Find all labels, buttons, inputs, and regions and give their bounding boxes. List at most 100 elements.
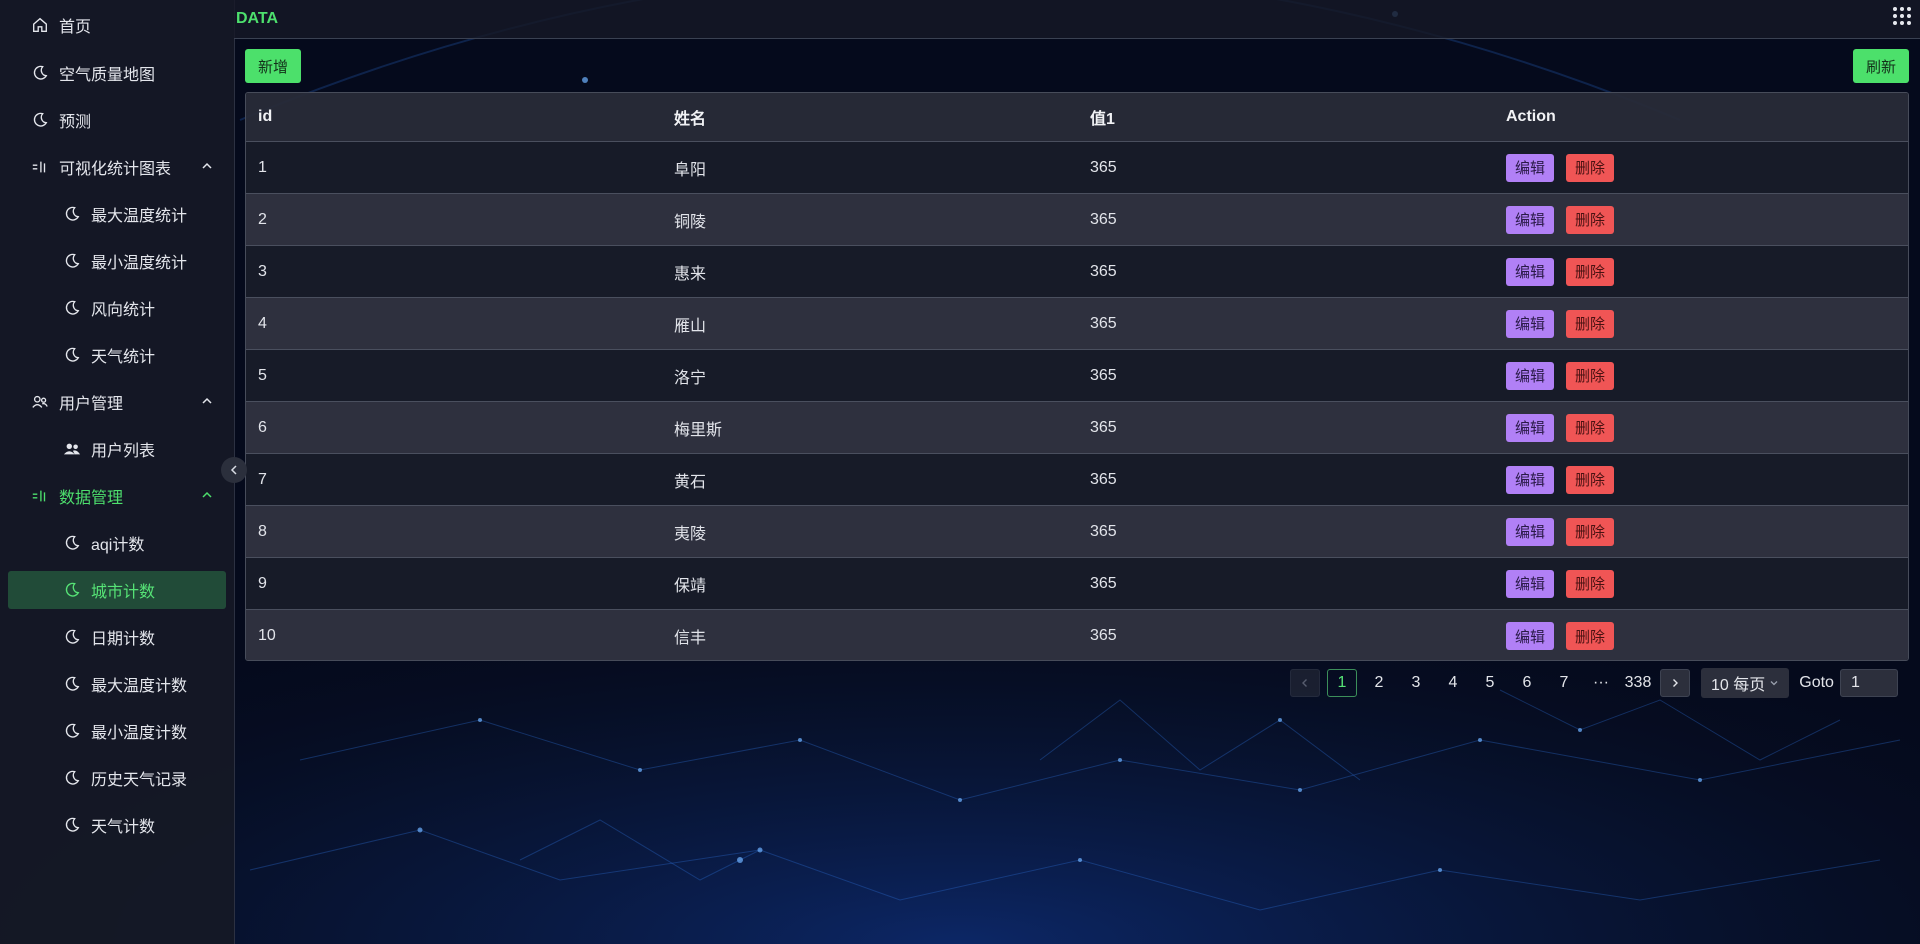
edit-button[interactable]: 编辑 (1506, 569, 1555, 598)
edit-button[interactable]: 编辑 (1506, 622, 1555, 650)
moon-icon (62, 815, 82, 835)
apps-grid-icon[interactable] (1892, 6, 1912, 26)
cell-id: 7 (258, 470, 267, 488)
cell-action: 编辑 删除 (1494, 361, 1908, 390)
sidebar-group-users[interactable]: 用户管理 (8, 383, 226, 421)
sidebar-item-label: 天气统计 (91, 349, 156, 366)
sidebar-collapse-button[interactable] (221, 457, 247, 483)
delete-button[interactable]: 删除 (1566, 569, 1615, 598)
delete-button[interactable]: 删除 (1566, 517, 1615, 546)
page-button-5[interactable]: 5 (1475, 669, 1505, 697)
moon-icon (62, 580, 82, 600)
delete-button[interactable]: 删除 (1566, 413, 1615, 442)
data-table: id 姓名 值1 Action 1 阜阳 365 编辑 删除 2 铜陵 365 编辑 删除 3 惠来 3… (245, 92, 1909, 661)
edit-button[interactable]: 编辑 (1506, 205, 1555, 234)
page-button-1[interactable]: 1 (1327, 669, 1357, 697)
sidebar-item-label: 城市计数 (91, 584, 156, 601)
page-button-last[interactable]: 338 (1623, 669, 1653, 697)
sidebar-item-max-temp-count[interactable]: 最大温度计数 (8, 665, 226, 703)
sidebar-group-charts[interactable]: 可视化统计图表 (8, 148, 226, 186)
page-button-6[interactable]: 6 (1512, 669, 1542, 697)
goto-page-input[interactable] (1839, 669, 1898, 697)
add-button[interactable]: 新增 (245, 49, 302, 83)
users-icon (30, 392, 50, 412)
sidebar-item-label: 风向统计 (91, 302, 156, 319)
sidebar-item-date-count[interactable]: 日期计数 (8, 618, 226, 656)
moon-icon (62, 627, 82, 647)
edit-button[interactable]: 编辑 (1506, 257, 1555, 286)
table-row: 10 信丰 365 编辑 删除 (246, 610, 1908, 660)
moon-icon (62, 674, 82, 694)
page-ellipsis[interactable]: ··· (1586, 669, 1616, 697)
sidebar-item-city-count[interactable]: 城市计数 (8, 571, 226, 609)
sidebar-item-user-list[interactable]: 用户列表 (8, 430, 226, 468)
delete-button[interactable]: 删除 (1566, 622, 1615, 650)
refresh-button[interactable]: 刷新 (1852, 49, 1909, 83)
chevron-down-icon (1770, 681, 1778, 686)
table-row: 4 雁山 365 编辑 删除 (246, 298, 1908, 350)
page-size-value: 10 每页 (1711, 677, 1766, 694)
edit-button[interactable]: 编辑 (1506, 309, 1555, 338)
page-button-7[interactable]: 7 (1549, 669, 1579, 697)
delete-button[interactable]: 删除 (1566, 465, 1615, 494)
cell-action: 编辑 删除 (1494, 257, 1908, 286)
page-button-3[interactable]: 3 (1401, 669, 1431, 697)
column-header-name: 姓名 (674, 111, 707, 128)
cell-id: 4 (258, 314, 267, 332)
page-size-select[interactable]: 10 每页 (1701, 668, 1790, 698)
cell-value1: 365 (1090, 262, 1117, 280)
column-header-id: id (258, 108, 273, 125)
delete-button[interactable]: 删除 (1566, 153, 1615, 182)
next-page-button[interactable] (1660, 669, 1690, 697)
delete-button[interactable]: 删除 (1566, 309, 1615, 338)
edit-button[interactable]: 编辑 (1506, 153, 1555, 182)
sidebar-item-wind-stats[interactable]: 风向统计 (8, 289, 226, 327)
sidebar-item-forecast[interactable]: 预测 (8, 101, 226, 139)
sidebar-item-home[interactable]: 首页 (8, 6, 226, 44)
goto-label: Goto (1799, 674, 1834, 691)
moon-icon (62, 533, 82, 553)
sidebar-item-aqi-count[interactable]: aqi计数 (8, 524, 226, 562)
moon-icon (62, 251, 82, 271)
edit-button[interactable]: 编辑 (1506, 361, 1555, 390)
sidebar-item-min-temp-count[interactable]: 最小温度计数 (8, 712, 226, 750)
cell-value1: 365 (1090, 366, 1117, 384)
sidebar-item-air-quality-map[interactable]: 空气质量地图 (8, 54, 226, 92)
cell-id: 10 (258, 627, 276, 644)
cell-name: 梅里斯 (674, 421, 723, 439)
moon-icon (30, 63, 50, 83)
moon-icon (62, 768, 82, 788)
sidebar-item-weather-history[interactable]: 历史天气记录 (8, 759, 226, 797)
table-row: 3 惠来 365 编辑 删除 (246, 246, 1908, 298)
table-row: 5 洛宁 365 编辑 删除 (246, 350, 1908, 402)
cell-value1: 365 (1090, 418, 1117, 436)
prev-page-button[interactable] (1290, 669, 1320, 697)
edit-button[interactable]: 编辑 (1506, 413, 1555, 442)
page-button-2[interactable]: 2 (1364, 669, 1394, 697)
cell-value1: 365 (1090, 627, 1117, 644)
sidebar-item-min-temp-stats[interactable]: 最小温度统计 (8, 242, 226, 280)
cell-name: 阜阳 (674, 161, 707, 179)
cell-name: 保靖 (674, 577, 707, 595)
cell-name: 夷陵 (674, 525, 707, 543)
page-title: DATA (236, 10, 279, 27)
chevron-right-icon (1673, 679, 1678, 687)
page-button-4[interactable]: 4 (1438, 669, 1468, 697)
sidebar-group-data-management[interactable]: 数据管理 (8, 477, 226, 515)
cell-action: 编辑 删除 (1494, 413, 1908, 442)
delete-button[interactable]: 删除 (1566, 361, 1615, 390)
cell-name: 铜陵 (674, 213, 707, 231)
chevron-left-icon (1302, 679, 1307, 687)
cell-id: 8 (258, 522, 267, 540)
sidebar-item-weather-count[interactable]: 天气计数 (8, 806, 226, 844)
edit-button[interactable]: 编辑 (1506, 517, 1555, 546)
sidebar-item-label: 预测 (59, 114, 92, 131)
user-group-icon (62, 439, 82, 459)
delete-button[interactable]: 删除 (1566, 257, 1615, 286)
delete-button[interactable]: 删除 (1566, 205, 1615, 234)
edit-button[interactable]: 编辑 (1506, 465, 1555, 494)
pagination: 1 2 3 4 5 6 7 ··· 338 10 每页 Goto (1290, 668, 1898, 698)
sidebar-item-max-temp-stats[interactable]: 最大温度统计 (8, 195, 226, 233)
cell-id: 5 (258, 366, 267, 384)
sidebar-item-weather-stats[interactable]: 天气统计 (8, 336, 226, 374)
